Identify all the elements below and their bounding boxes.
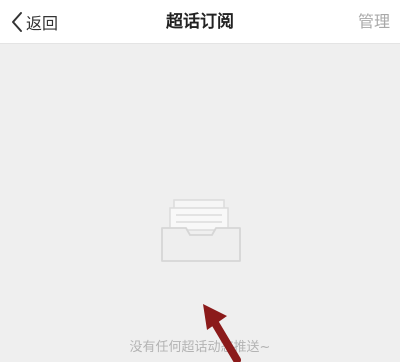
back-label: 返回 [26, 14, 59, 33]
back-button[interactable]: 返回 [10, 7, 58, 37]
empty-state-message: 没有任何超话动态推送~ [129, 340, 271, 355]
navigation-bar: 返回 超话订阅 管理 [0, 0, 400, 44]
empty-content-area: 没有任何超话动态推送~ [0, 45, 400, 362]
chevron-left-icon [12, 12, 22, 32]
inbox-tray-icon [161, 199, 241, 262]
super-topic-subscription-screen: 返回 超话订阅 管理 没有任何超话动态推送~ [0, 0, 400, 362]
page-title: 超话订阅 [166, 12, 234, 32]
manage-button[interactable]: 管理 [358, 0, 390, 44]
